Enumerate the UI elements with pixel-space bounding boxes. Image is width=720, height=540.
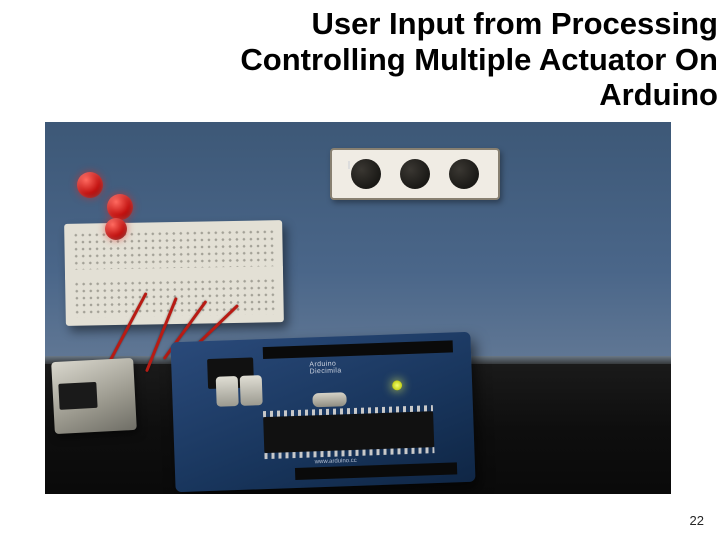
usb-slot	[58, 382, 97, 410]
led-red-2	[107, 194, 133, 220]
arduino-url-text: www.arduino.cc	[315, 458, 357, 465]
usb-connector	[51, 358, 137, 434]
page-number: 22	[690, 513, 704, 528]
led-red-1	[77, 172, 103, 198]
arduino-power-led-icon	[392, 380, 402, 390]
arduino-model-text: Diecimila	[309, 367, 341, 375]
dot-button-2	[400, 159, 430, 189]
dot-button-3	[449, 159, 479, 189]
arduino-header-top	[263, 340, 453, 359]
title-line-2: Controlling Multiple Actuator On	[240, 42, 718, 77]
dot-button-1	[351, 159, 381, 189]
title-line-3: Arduino	[599, 77, 718, 112]
slide-title: User Input from Processing Controlling M…	[40, 6, 718, 113]
arduino-atmega-chip	[263, 411, 434, 453]
arduino-capacitor-1	[216, 376, 239, 407]
arduino-board: Arduino Diecimila www.arduino.cc	[170, 332, 475, 492]
processing-dot-panel	[330, 148, 500, 200]
slide-photo: Arduino Diecimila www.arduino.cc	[45, 122, 671, 494]
arduino-crystal	[312, 392, 346, 407]
arduino-label: Arduino Diecimila	[309, 360, 341, 375]
arduino-capacitor-2	[240, 375, 263, 406]
led-red-3	[105, 218, 127, 240]
breadboard	[64, 220, 284, 326]
title-line-1: User Input from Processing	[311, 6, 718, 41]
